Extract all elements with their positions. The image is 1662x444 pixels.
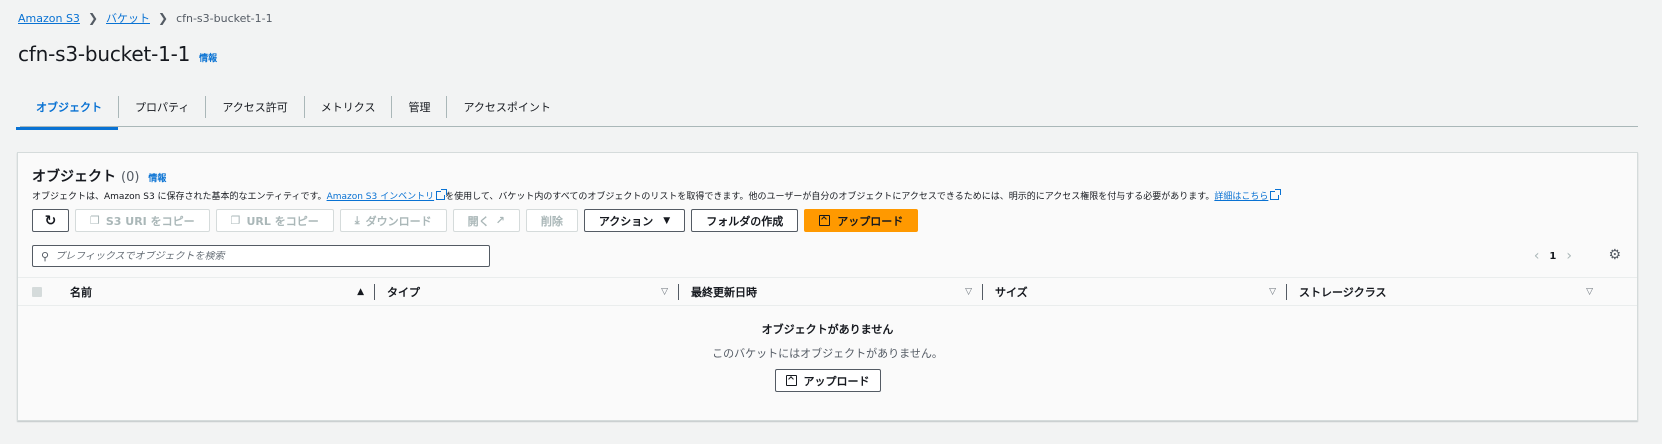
gear-icon[interactable]: ⚙ <box>1608 247 1621 263</box>
sort-icon: ▽ <box>1269 286 1276 297</box>
tab-management[interactable]: 管理 <box>392 96 448 118</box>
objects-panel: オブジェクト (0) 情報 オブジェクトは、Amazon S3 に保存された基本… <box>17 152 1638 421</box>
sort-icon: ▽ <box>1586 286 1593 297</box>
breadcrumb-amazon-s3-link[interactable]: Amazon S3 <box>18 12 80 25</box>
column-last-modified-label: 最終更新日時 <box>691 285 757 299</box>
download-button[interactable]: ⤓ ダウンロード <box>339 209 447 232</box>
copy-url-button[interactable]: ❐ URL をコピー <box>215 209 334 232</box>
object-search-box: ⚲ <box>32 245 490 267</box>
objects-toolbar: ↻ ❐ S3 URI をコピー ❐ URL をコピー ⤓ ダウンロード 開く ↗… <box>32 209 924 232</box>
tab-properties[interactable]: プロパティ <box>119 96 207 118</box>
empty-state: オブジェクトがありません このバケットにはオブジェクトがありません。 アップロー… <box>18 321 1637 392</box>
objects-desc-middle: を使用して、バケット内のすべてのオブジェクトのリストを取得できます。他のユーザー… <box>445 192 1215 202</box>
external-link-icon: ↗ <box>495 214 505 227</box>
copy-url-label: URL をコピー <box>246 214 319 228</box>
column-header-name[interactable]: 名前 ▲ <box>70 278 375 305</box>
column-header-type[interactable]: タイプ ▽ <box>375 278 679 305</box>
copy-s3-uri-label: S3 URI をコピー <box>105 214 195 228</box>
chevron-right-icon: ❯ <box>158 11 169 25</box>
refresh-button[interactable]: ↻ <box>32 209 69 232</box>
column-header-last-modified[interactable]: 最終更新日時 ▽ <box>679 278 983 305</box>
tab-permissions[interactable]: アクセス許可 <box>206 96 305 118</box>
create-folder-label: フォルダの作成 <box>706 214 784 228</box>
external-link-icon <box>436 189 448 200</box>
breadcrumb: Amazon S3 ❯ バケット ❯ cfn-s3-bucket-1-1 <box>18 10 273 26</box>
next-page-icon[interactable]: › <box>1566 248 1572 264</box>
pagination: ‹ 1 › <box>1524 248 1582 264</box>
copy-icon: ❐ <box>230 214 241 227</box>
breadcrumb-current: cfn-s3-bucket-1-1 <box>176 11 273 25</box>
column-size-label: サイズ <box>995 285 1028 299</box>
search-input[interactable] <box>55 250 476 262</box>
upload-label: アップロード <box>837 214 904 228</box>
objects-panel-header: オブジェクト (0) 情報 <box>32 166 166 186</box>
tab-objects[interactable]: オブジェクト <box>16 96 119 130</box>
upload-button[interactable]: アップロード <box>804 209 919 232</box>
tab-metrics[interactable]: メトリクス <box>305 96 393 118</box>
objects-desc-prefix: オブジェクトは、Amazon S3 に保存された基本的なエンティティです。 <box>32 192 327 202</box>
page-header: cfn-s3-bucket-1-1 情報 <box>18 42 217 66</box>
select-all-checkbox[interactable] <box>32 286 42 297</box>
column-type-label: タイプ <box>387 285 420 299</box>
upload-icon <box>785 375 797 386</box>
empty-state-upload-button[interactable]: アップロード <box>774 369 881 392</box>
open-label: 開く <box>467 214 490 228</box>
s3-inventory-link-label: Amazon S3 インベントリ <box>326 192 435 202</box>
objects-table-header: 名前 ▲ タイプ ▽ 最終更新日時 ▽ サイズ ▽ ストレージクラス ▽ <box>18 277 1637 306</box>
objects-count: (0) <box>121 170 140 185</box>
sort-group: ▽ <box>965 283 983 300</box>
upload-icon <box>819 215 831 226</box>
sort-icon: ▽ <box>661 286 668 297</box>
search-icon: ⚲ <box>41 249 50 263</box>
download-icon: ⤓ <box>354 213 360 227</box>
sort-group: ▽ <box>661 283 679 300</box>
create-folder-button[interactable]: フォルダの作成 <box>691 209 799 232</box>
open-button[interactable]: 開く ↗ <box>452 209 520 232</box>
download-label: ダウンロード <box>365 214 432 228</box>
sort-group: ▲ <box>357 283 375 300</box>
actions-label: アクション <box>598 214 654 228</box>
column-header-size[interactable]: サイズ ▽ <box>983 278 1287 305</box>
column-storage-class-label: ストレージクラス <box>1299 285 1387 299</box>
learn-more-link-label: 詳細はこちら <box>1214 192 1269 202</box>
previous-page-icon[interactable]: ‹ <box>1534 248 1540 264</box>
copy-icon: ❐ <box>90 214 100 227</box>
empty-upload-label: アップロード <box>803 374 870 388</box>
objects-description: オブジェクトは、Amazon S3 に保存された基本的なエンティティです。Ama… <box>32 189 1282 202</box>
column-header-storage-class[interactable]: ストレージクラス ▽ <box>1287 278 1603 305</box>
objects-info-link[interactable]: 情報 <box>148 171 166 184</box>
delete-button[interactable]: 削除 <box>525 209 578 232</box>
external-link-icon <box>1270 189 1282 200</box>
refresh-icon: ↻ <box>44 212 57 229</box>
s3-inventory-link[interactable]: Amazon S3 インベントリ <box>326 189 448 202</box>
page-info-link[interactable]: 情報 <box>199 51 217 64</box>
tab-access-points[interactable]: アクセスポイント <box>447 96 566 118</box>
page-title: cfn-s3-bucket-1-1 <box>18 42 191 66</box>
sort-ascending-icon: ▲ <box>357 286 364 297</box>
empty-state-subtitle: このバケットにはオブジェクトがありません。 <box>712 347 943 360</box>
caret-down-icon: ▼ <box>663 215 671 226</box>
copy-s3-uri-button[interactable]: ❐ S3 URI をコピー <box>75 209 210 232</box>
objects-panel-title: オブジェクト <box>32 169 116 185</box>
learn-more-link[interactable]: 詳細はこちら <box>1214 189 1282 202</box>
current-page-number[interactable]: 1 <box>1549 251 1556 262</box>
breadcrumb-buckets-link[interactable]: バケット <box>106 10 150 26</box>
bucket-tabs: オブジェクト プロパティ アクセス許可 メトリクス 管理 アクセスポイント <box>16 88 1638 130</box>
actions-dropdown-button[interactable]: アクション ▼ <box>583 209 686 232</box>
sort-icon: ▽ <box>965 286 972 297</box>
empty-state-title: オブジェクトがありません <box>761 323 894 336</box>
chevron-right-icon: ❯ <box>87 11 98 25</box>
sort-group: ▽ <box>1269 283 1287 300</box>
delete-label: 削除 <box>540 214 563 228</box>
column-name-label: 名前 <box>70 285 92 299</box>
